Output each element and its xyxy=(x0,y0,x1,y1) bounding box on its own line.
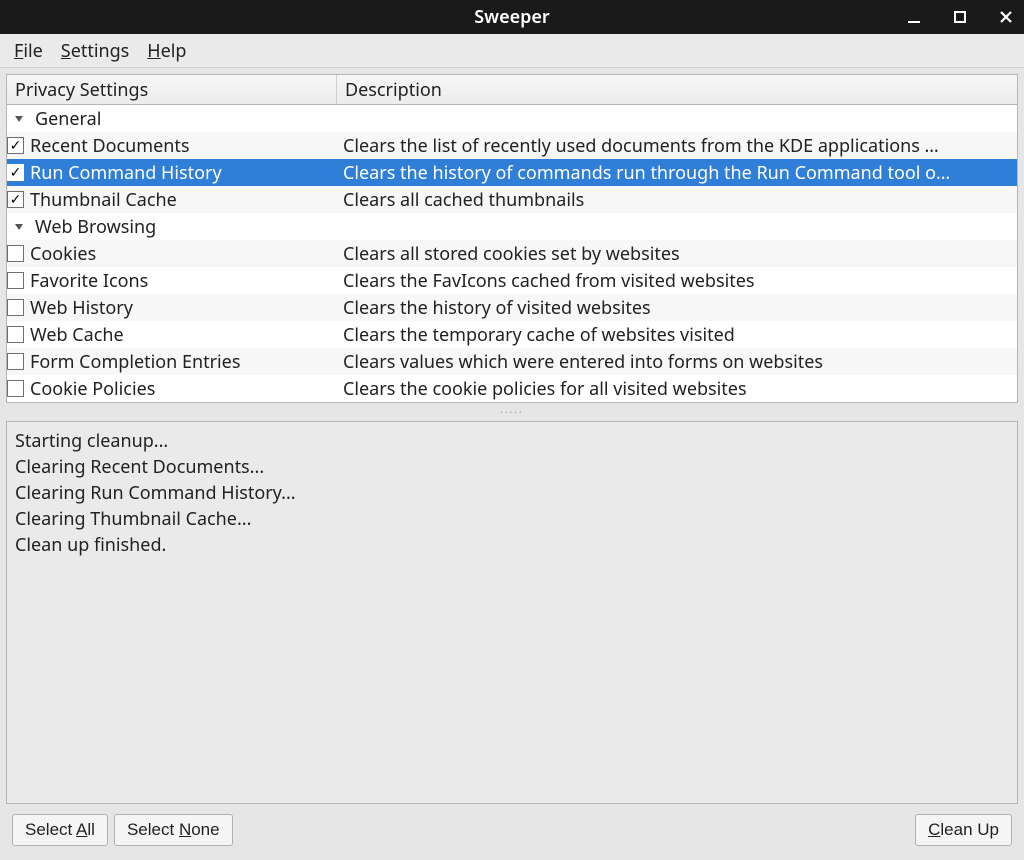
item-checkbox[interactable] xyxy=(7,137,24,154)
item-checkbox[interactable] xyxy=(7,299,24,316)
log-line: Clearing Recent Documents... xyxy=(15,454,1009,480)
item-label: Form Completion Entries xyxy=(30,350,240,374)
item-checkbox[interactable] xyxy=(7,191,24,208)
item-label: Web History xyxy=(30,296,133,320)
tree-header: Privacy Settings Description xyxy=(7,75,1017,105)
item-checkbox[interactable] xyxy=(7,164,24,181)
menu-settings[interactable]: Settings xyxy=(61,39,130,63)
menu-help[interactable]: Help xyxy=(147,39,186,63)
maximize-button[interactable] xyxy=(950,7,970,27)
content-area: Privacy Settings Description GeneralRece… xyxy=(0,68,1024,860)
log-line: Clearing Run Command History... xyxy=(15,480,1009,506)
item-label: Recent Documents xyxy=(30,134,189,158)
item-label: Cookie Policies xyxy=(30,377,155,401)
log-line: Clean up finished. xyxy=(15,532,1009,558)
button-bar: Select All Select None Clean Up xyxy=(6,810,1018,854)
item-checkbox[interactable] xyxy=(7,272,24,289)
splitter-handle[interactable]: ····· xyxy=(6,409,1018,415)
column-privacy-settings[interactable]: Privacy Settings xyxy=(7,75,337,104)
item-checkbox[interactable] xyxy=(7,353,24,370)
item-desc: Clears the history of visited websites xyxy=(337,296,1017,320)
window-title: Sweeper xyxy=(474,5,550,29)
tree-item[interactable]: Cookie Policies Clears the cookie policie… xyxy=(7,375,1017,402)
window-controls xyxy=(904,0,1016,34)
item-desc: Clears all cached thumbnails xyxy=(337,188,1017,212)
item-label: Run Command History xyxy=(30,161,222,185)
item-checkbox[interactable] xyxy=(7,326,24,343)
item-desc: Clears the list of recently used documen… xyxy=(337,134,1017,158)
item-label: Web Cache xyxy=(30,323,124,347)
item-desc: Clears the history of commands run throu… xyxy=(337,161,1017,185)
expand-icon[interactable] xyxy=(7,222,31,232)
tree-item[interactable]: Form Completion Entries Clears values whi… xyxy=(7,348,1017,375)
privacy-tree[interactable]: Privacy Settings Description GeneralRece… xyxy=(6,74,1018,403)
item-desc: Clears all stored cookies set by website… xyxy=(337,242,1017,266)
close-button[interactable] xyxy=(996,7,1016,27)
tree-item[interactable]: Web Cache Clears the temporary cache of w… xyxy=(7,321,1017,348)
item-checkbox[interactable] xyxy=(7,380,24,397)
expand-icon[interactable] xyxy=(7,114,31,124)
item-desc: Clears the temporary cache of websites v… xyxy=(337,323,1017,347)
log-line: Starting cleanup... xyxy=(15,428,1009,454)
titlebar: Sweeper xyxy=(0,0,1024,34)
tree-item[interactable]: Run Command History Clears the history of… xyxy=(7,159,1017,186)
tree-body: General Recent Documents Clears the list o… xyxy=(7,105,1017,402)
menubar: File Settings Help xyxy=(0,34,1024,68)
item-desc: Clears the FavIcons cached from visited … xyxy=(337,269,1017,293)
item-desc: Clears values which were entered into fo… xyxy=(337,350,1017,374)
clean-up-button[interactable]: Clean Up xyxy=(915,814,1012,846)
tree-group[interactable]: General xyxy=(7,105,1017,132)
column-description[interactable]: Description xyxy=(337,75,1017,104)
minimize-button[interactable] xyxy=(904,7,924,27)
item-label: Favorite Icons xyxy=(30,269,148,293)
tree-item[interactable]: Thumbnail Cache Clears all cached thumbna… xyxy=(7,186,1017,213)
tree-item[interactable]: Web History Clears the history of visited… xyxy=(7,294,1017,321)
select-none-button[interactable]: Select None xyxy=(114,814,233,846)
group-label: Web Browsing xyxy=(31,215,156,239)
log-output: Starting cleanup...Clearing Recent Docum… xyxy=(6,421,1018,804)
item-label: Cookies xyxy=(30,242,96,266)
menu-file[interactable]: File xyxy=(14,39,43,63)
tree-group[interactable]: Web Browsing xyxy=(7,213,1017,240)
log-line: Clearing Thumbnail Cache... xyxy=(15,506,1009,532)
tree-item[interactable]: Recent Documents Clears the list of recen… xyxy=(7,132,1017,159)
item-checkbox[interactable] xyxy=(7,245,24,262)
tree-item[interactable]: Favorite Icons Clears the FavIcons cached… xyxy=(7,267,1017,294)
group-label: General xyxy=(31,107,101,131)
item-desc: Clears the cookie policies for all visit… xyxy=(337,377,1017,401)
item-label: Thumbnail Cache xyxy=(30,188,177,212)
tree-item[interactable]: Cookies Clears all stored cookies set by … xyxy=(7,240,1017,267)
select-all-button[interactable]: Select All xyxy=(12,814,108,846)
